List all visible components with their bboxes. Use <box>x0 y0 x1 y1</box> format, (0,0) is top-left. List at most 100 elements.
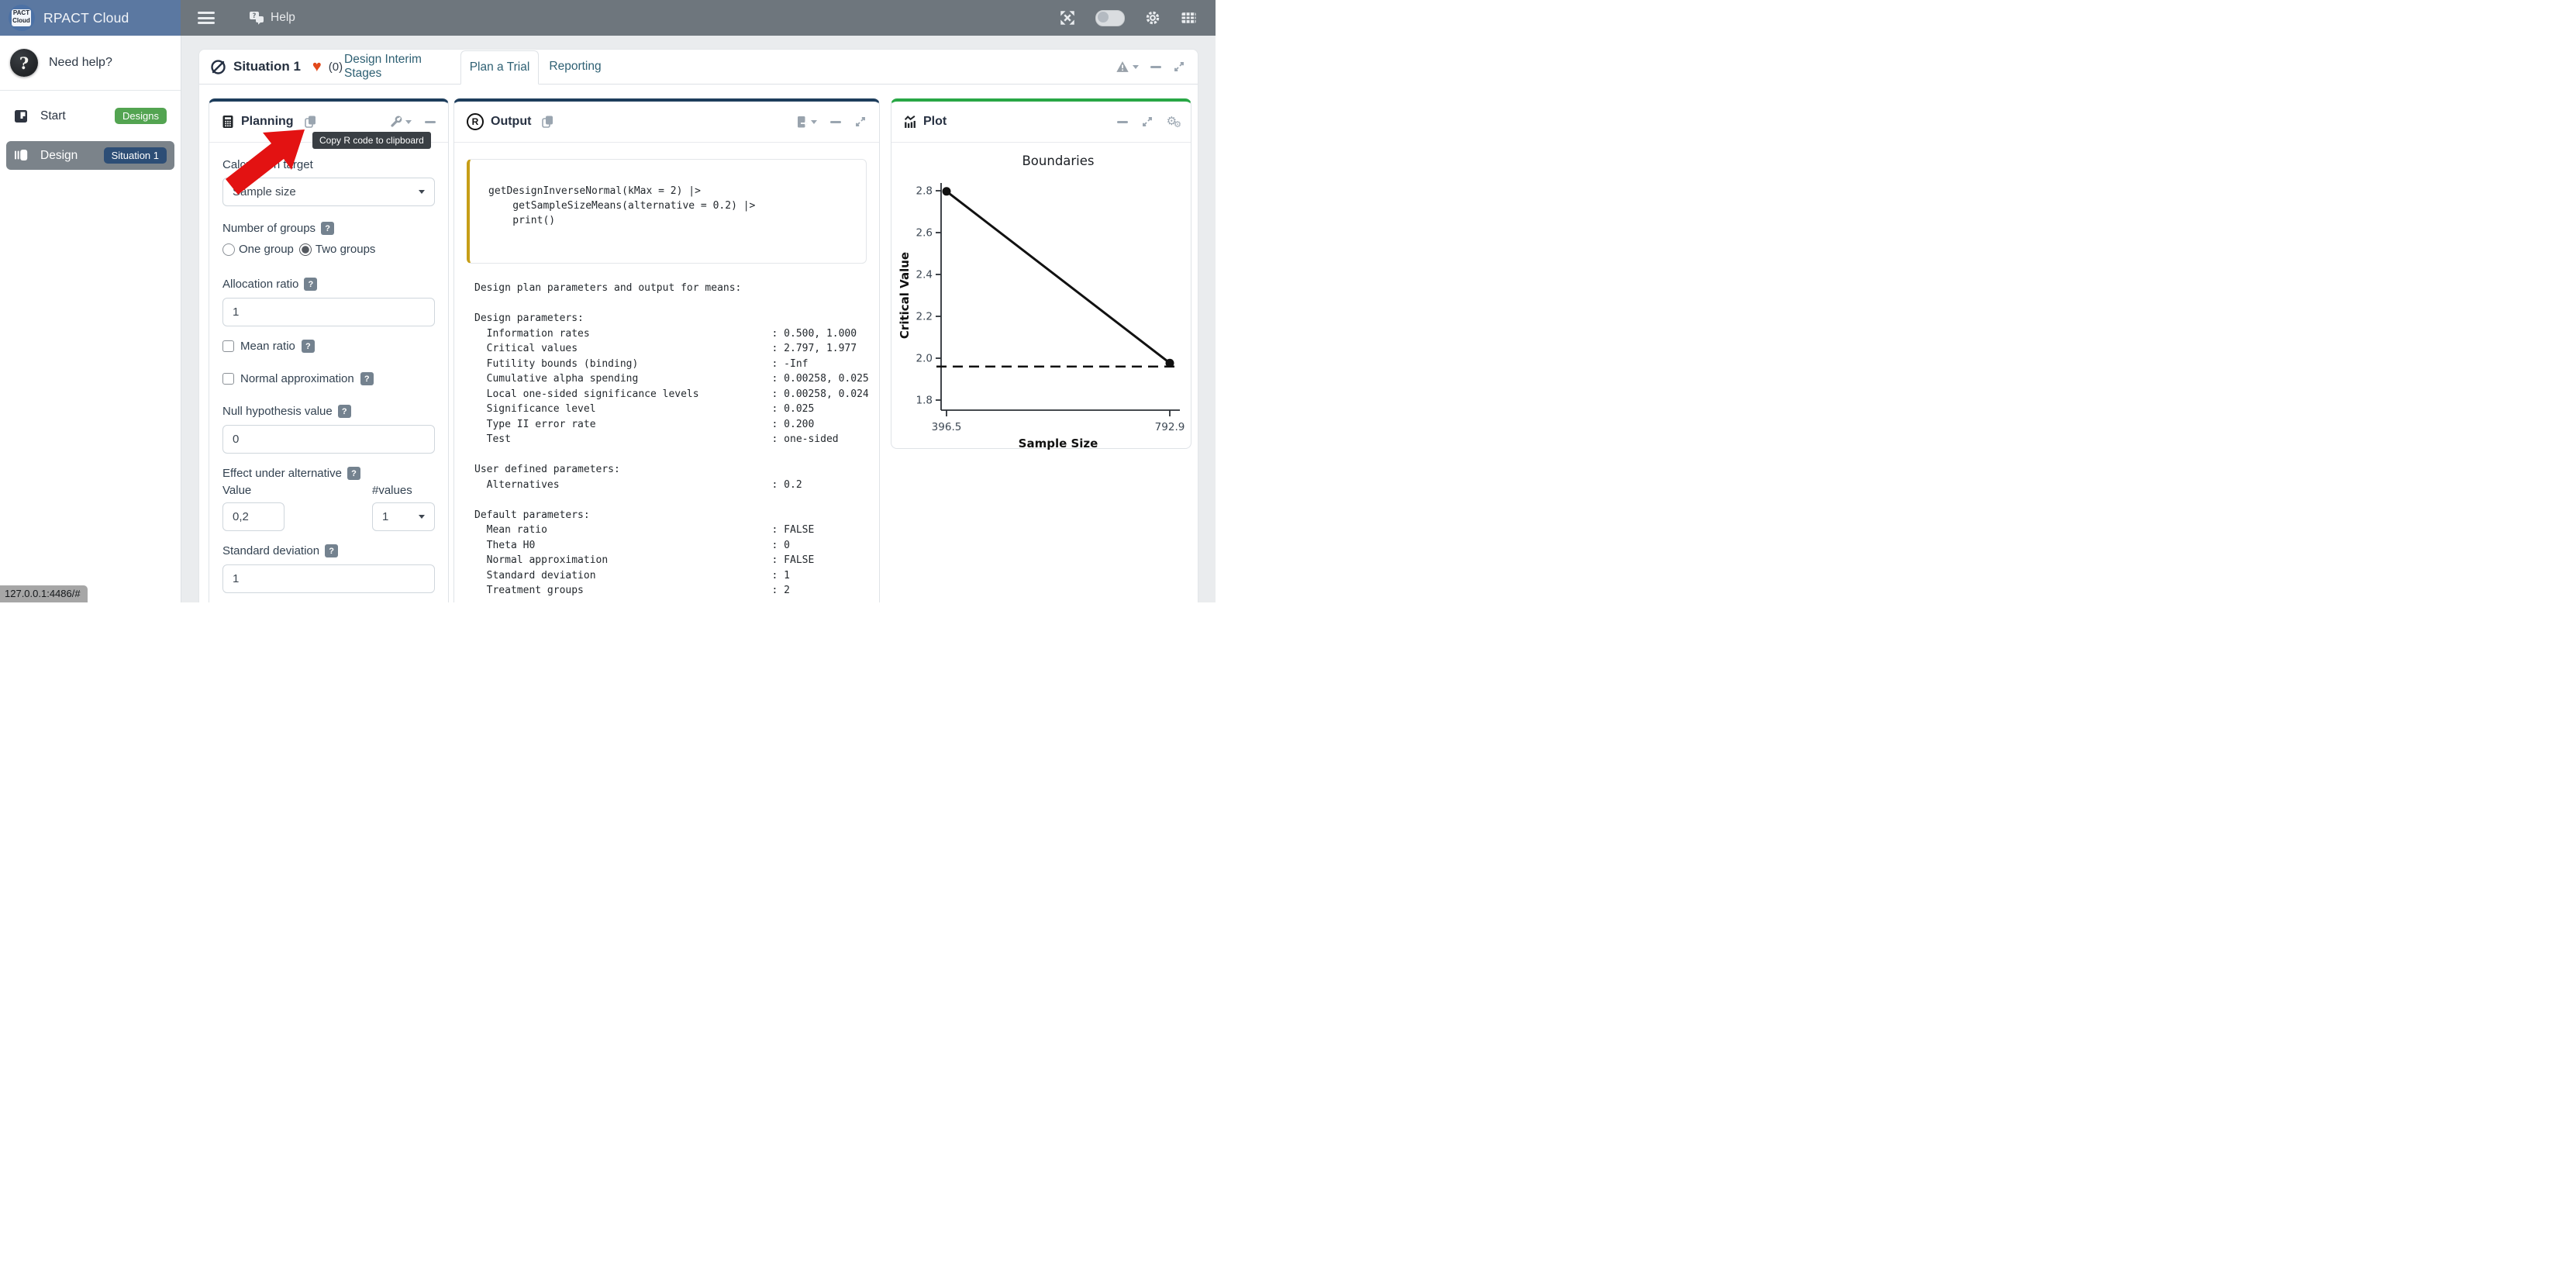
effect-num-values-select[interactable]: 1 <box>372 502 435 531</box>
radio-two-groups[interactable] <box>299 243 312 256</box>
plot-settings-gears-icon[interactable]: ⚙⚙ <box>1167 114 1178 129</box>
collapse-workspace-icon[interactable] <box>1150 66 1161 68</box>
dark-mode-toggle[interactable] <box>1095 10 1125 26</box>
help-menu[interactable]: ? Help <box>249 11 295 25</box>
top-navbar: ? Help <box>181 0 1216 36</box>
chevron-down-icon <box>419 190 425 194</box>
expand-workspace-icon[interactable] <box>1173 60 1185 73</box>
output-card: R Output <box>453 98 880 602</box>
sidebar-item-label: Design <box>40 149 78 163</box>
plot-card: Plot ⚙⚙ Boundaries1.82.02.22.42.62.8396.… <box>891 98 1191 449</box>
r-logo-icon: R <box>467 113 484 130</box>
standard-deviation-input[interactable] <box>222 564 435 593</box>
svg-text:2.0: 2.0 <box>916 353 933 365</box>
chevron-down-icon <box>811 120 817 124</box>
output-header-controls <box>796 116 867 129</box>
sidebar-header: PACT Cloud RPACT Cloud <box>0 0 181 36</box>
need-help-label: Need help? <box>49 56 112 70</box>
logo-text-top: PACT <box>13 9 29 16</box>
export-output-dropdown[interactable] <box>796 116 817 129</box>
copy-r-code-button[interactable] <box>304 115 317 129</box>
collapse-planning-icon[interactable] <box>425 121 436 123</box>
copy-output-button[interactable] <box>541 115 554 129</box>
flipboard-icon <box>14 109 28 123</box>
help-label: Help <box>271 11 295 25</box>
planning-tools-dropdown[interactable] <box>390 116 412 128</box>
svg-text:2.6: 2.6 <box>916 227 933 240</box>
help-badge-icon[interactable]: ? <box>347 467 360 480</box>
help-chat-icon: ? <box>249 11 266 25</box>
svg-text:2.2: 2.2 <box>916 311 933 323</box>
copy-icon <box>541 115 554 129</box>
sidebar-item-label: Start <box>40 109 66 123</box>
svg-text:792.9: 792.9 <box>1155 421 1185 433</box>
help-badge-icon[interactable]: ? <box>321 222 334 235</box>
situation-badge: Situation 1 <box>104 147 167 164</box>
tab-reporting[interactable]: Reporting <box>550 50 600 84</box>
app-viewport: PACT Cloud RPACT Cloud ? Need help? Star… <box>0 0 1216 602</box>
svg-text:Critical Value: Critical Value <box>898 252 912 339</box>
svg-text:2.8: 2.8 <box>916 185 933 198</box>
effect-num-values-label: #values <box>372 484 435 497</box>
sidebar-divider <box>0 90 181 91</box>
radio-one-group[interactable] <box>222 243 235 256</box>
tab-plan-a-trial[interactable]: Plan a Trial <box>460 50 539 85</box>
help-badge-icon[interactable]: ? <box>360 372 374 385</box>
rpact-logo-icon: PACT Cloud <box>9 5 35 31</box>
svg-text:?: ? <box>253 12 257 20</box>
sidebar-item-start[interactable]: Start Designs <box>6 102 174 130</box>
plot-card-header: Plot ⚙⚙ <box>891 102 1191 143</box>
favorite-heart-icon[interactable]: ♥ <box>312 59 322 74</box>
boundaries-chart: Boundaries1.82.02.22.42.62.8396.5792.9Sa… <box>898 145 1186 454</box>
situation-heading: Situation 1 ♥ (0) <box>210 50 343 84</box>
svg-text:396.5: 396.5 <box>932 421 962 433</box>
r-output-text: Design plan parameters and output for me… <box>474 281 868 599</box>
allocation-ratio-input[interactable] <box>222 298 435 326</box>
tab-bar: Situation 1 ♥ (0) Design Interim Stages … <box>199 50 1198 85</box>
help-badge-icon[interactable]: ? <box>302 340 315 353</box>
standard-deviation-label: Standard deviation ? <box>222 544 435 557</box>
grid-table-icon[interactable] <box>1181 11 1197 25</box>
allocation-ratio-label: Allocation ratio ? <box>222 278 435 291</box>
status-url: 127.0.0.1:4486/# <box>0 585 88 602</box>
effect-inputs-row: 1 <box>222 497 435 531</box>
svg-text:Sample Size: Sample Size <box>1019 437 1098 450</box>
sidebar-item-design[interactable]: Design Situation 1 <box>6 141 174 170</box>
output-title: Output <box>491 115 531 129</box>
svg-text:Boundaries: Boundaries <box>1022 154 1094 168</box>
navbar-right-icons <box>1060 10 1197 26</box>
copy-tooltip: Copy R code to clipboard <box>312 132 431 149</box>
favorite-count: (0) <box>329 60 343 74</box>
planning-header-controls <box>390 116 436 128</box>
help-badge-icon[interactable]: ? <box>325 544 338 557</box>
effect-value-input[interactable] <box>222 502 284 531</box>
warnings-dropdown[interactable] <box>1116 60 1139 73</box>
slash-circle-icon <box>210 59 226 75</box>
plot-header-controls: ⚙⚙ <box>1117 114 1178 129</box>
chevron-down-icon <box>419 515 425 519</box>
calculation-target-select[interactable]: Sample size <box>222 178 435 206</box>
plot-title: Plot <box>923 115 947 129</box>
sidebar-toggle-icon[interactable] <box>198 12 215 24</box>
null-hypothesis-input[interactable] <box>222 425 435 454</box>
warning-triangle-icon <box>1116 60 1129 73</box>
mean-ratio-checkbox[interactable] <box>222 340 234 352</box>
collapse-output-icon[interactable] <box>830 121 841 123</box>
number-of-groups-radios: One group Two groups <box>222 243 435 256</box>
planning-card: Planning <box>209 98 449 602</box>
fullscreen-arrows-icon[interactable] <box>1060 10 1075 26</box>
normal-approximation-checkbox[interactable] <box>222 373 234 385</box>
settings-gear-icon[interactable] <box>1145 10 1160 26</box>
need-help-link[interactable]: ? Need help? <box>0 36 181 90</box>
normal-approximation-row: Normal approximation ? <box>222 372 435 385</box>
svg-text:2.4: 2.4 <box>916 269 933 281</box>
tab-design-interim-stages[interactable]: Design Interim Stages <box>344 50 450 84</box>
help-badge-icon[interactable]: ? <box>338 405 351 418</box>
expand-plot-icon[interactable] <box>1141 116 1154 128</box>
chart-icon <box>904 116 916 129</box>
help-badge-icon[interactable]: ? <box>304 278 317 291</box>
chevron-down-icon <box>1133 65 1139 69</box>
expand-output-icon[interactable] <box>854 116 867 128</box>
wrench-icon <box>390 116 402 128</box>
collapse-plot-icon[interactable] <box>1117 121 1128 123</box>
